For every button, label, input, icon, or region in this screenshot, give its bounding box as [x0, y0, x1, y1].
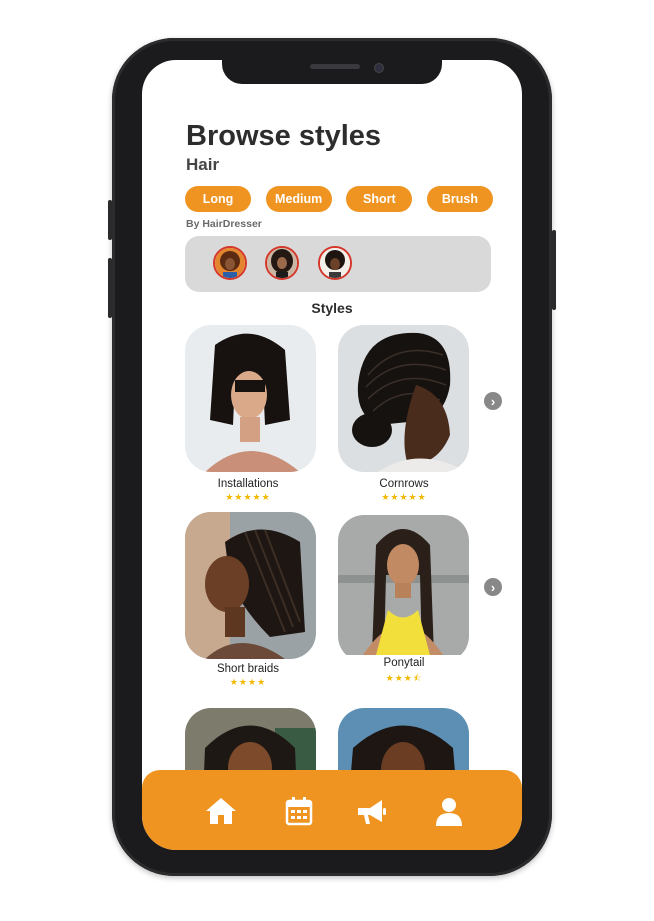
style-photo	[185, 512, 316, 659]
star-rating: ★★★★★	[381, 492, 427, 502]
chip-long[interactable]: Long	[185, 186, 251, 212]
style-label: Cornrows	[379, 478, 429, 490]
bottom-nav-bar	[142, 770, 522, 850]
star-rating: ★★★★	[229, 677, 267, 687]
hairdresser-avatar[interactable]	[213, 246, 247, 280]
hairdresser-avatar[interactable]	[318, 246, 352, 280]
home-icon[interactable]	[204, 794, 238, 828]
page-subtitle: Hair	[186, 155, 220, 174]
style-label: Installations	[217, 478, 279, 490]
style-photo	[338, 325, 469, 472]
length-filter-chips: Long Medium Short Brush	[185, 186, 493, 212]
style-photo	[338, 515, 469, 655]
hairdresser-avatar[interactable]	[265, 246, 299, 280]
chip-short[interactable]: Short	[346, 186, 413, 212]
style-card-installations[interactable]	[185, 325, 316, 472]
style-label: Short braids	[216, 663, 279, 675]
megaphone-icon[interactable]	[354, 794, 388, 828]
avatar-image	[215, 248, 245, 278]
style-card-cornrows[interactable]	[338, 325, 469, 472]
phone-side-button	[108, 200, 112, 240]
chip-medium[interactable]: Medium	[265, 186, 332, 212]
avatar-image	[320, 248, 350, 278]
next-arrow-icon[interactable]: ›	[484, 578, 502, 596]
phone-side-button	[552, 230, 556, 310]
calendar-icon[interactable]	[282, 794, 316, 828]
avatar-image	[267, 248, 297, 278]
star-rating: ★★★★★	[225, 492, 271, 502]
phone-side-button	[108, 258, 112, 318]
styles-heading: Styles	[311, 300, 353, 316]
star-rating: ★★★⯪	[385, 673, 423, 683]
app-screen: Browse styles Hair Long Medium Short Bru…	[142, 60, 522, 850]
style-card-short-braids[interactable]	[185, 512, 316, 659]
style-card-ponytail[interactable]	[338, 515, 469, 662]
hairdresser-heading: By HairDresser	[186, 218, 262, 230]
profile-icon[interactable]	[432, 794, 466, 828]
front-camera	[374, 63, 384, 73]
next-arrow-icon[interactable]: ›	[484, 392, 502, 410]
page-title: Browse styles	[186, 120, 382, 152]
chip-brush[interactable]: Brush	[426, 186, 493, 212]
style-label: Ponytail	[383, 657, 425, 669]
speaker-grille	[310, 64, 360, 69]
style-photo	[185, 325, 316, 472]
phone-notch	[222, 60, 442, 84]
hairdresser-list	[185, 236, 491, 292]
